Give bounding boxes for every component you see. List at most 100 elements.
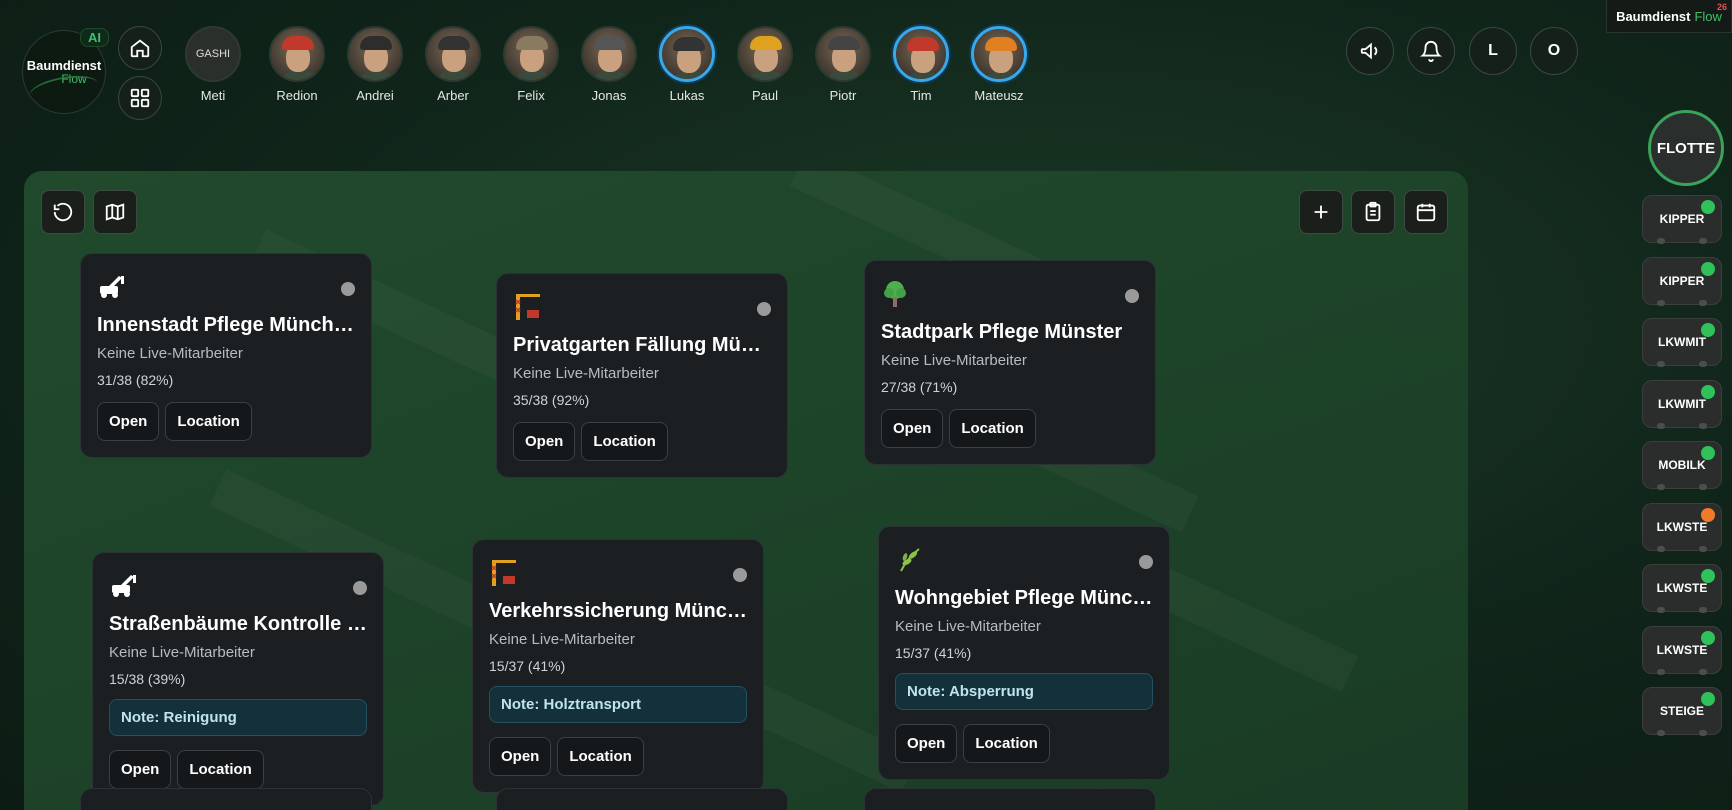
vehicle-lkwmit[interactable]: LKWMIT bbox=[1642, 379, 1722, 429]
vehicle-lkwste[interactable]: LKWSTE bbox=[1642, 625, 1722, 675]
worker-piotr[interactable]: Piotr bbox=[808, 26, 878, 103]
status-dot bbox=[353, 581, 367, 595]
refresh-button[interactable] bbox=[41, 190, 85, 234]
clipboard-button[interactable] bbox=[1351, 190, 1395, 234]
site-note: Note: Reinigung bbox=[109, 699, 367, 736]
vehicle-lkwmit[interactable]: LKWMIT bbox=[1642, 318, 1722, 367]
site-title: Straßenbäume Kontrolle München bbox=[109, 613, 367, 635]
user-avatar-o[interactable]: O bbox=[1530, 27, 1578, 75]
wheel-icon bbox=[1699, 668, 1707, 675]
vehicle-kipper[interactable]: KIPPER bbox=[1642, 256, 1722, 306]
location-button[interactable]: Location bbox=[581, 422, 668, 461]
site-live-status: Keine Live-Mitarbeiter bbox=[97, 345, 243, 362]
grid-icon bbox=[130, 88, 150, 108]
site-card[interactable]: Stadtpark Pflege Münster Keine Live-Mitar… bbox=[864, 260, 1156, 465]
site-card[interactable]: Innenstadt Pflege München Keine Live-Mita… bbox=[80, 253, 372, 458]
refresh-icon bbox=[53, 202, 73, 222]
site-card-partial[interactable] bbox=[864, 788, 1156, 810]
calendar-button[interactable] bbox=[1404, 190, 1448, 234]
vehicle-lkwste[interactable]: LKWSTE bbox=[1642, 502, 1722, 552]
location-button[interactable]: Location bbox=[963, 724, 1050, 763]
worker-paul[interactable]: Paul bbox=[730, 26, 800, 103]
vehicle-label: KIPPER bbox=[1659, 212, 1705, 226]
vehicle-status-dot bbox=[1701, 261, 1715, 276]
worker-name: Felix bbox=[517, 88, 545, 103]
clipboard-icon bbox=[1365, 201, 1381, 222]
site-progress: 31/38 (82%) bbox=[97, 372, 174, 388]
worker-meti[interactable]: GASHI Meti bbox=[178, 26, 248, 103]
crane-icon bbox=[97, 272, 355, 302]
worker-name: Meti bbox=[200, 88, 226, 103]
worker-andrei[interactable]: Andrei bbox=[340, 26, 410, 103]
worker-redion[interactable]: Redion bbox=[262, 26, 332, 103]
site-title: Stadtpark Pflege Münster bbox=[881, 321, 1123, 343]
location-button[interactable]: Location bbox=[949, 409, 1036, 448]
announcements-button[interactable] bbox=[1346, 27, 1394, 75]
worker-avatar bbox=[815, 26, 871, 82]
vehicle-status-dot bbox=[1701, 323, 1715, 337]
apps-button[interactable] bbox=[118, 76, 162, 120]
open-button[interactable]: Open bbox=[97, 402, 160, 441]
worker-mateusz[interactable]: Mateusz bbox=[964, 26, 1034, 103]
worker-avatar bbox=[269, 26, 325, 82]
fleet-button[interactable]: FLOTTE bbox=[1648, 110, 1724, 186]
brand-count: 26 bbox=[1716, 2, 1727, 12]
open-button[interactable]: Open bbox=[895, 724, 958, 763]
ai-badge[interactable]: AI bbox=[80, 28, 109, 47]
worker-arber[interactable]: Arber bbox=[418, 26, 488, 103]
site-progress: 27/38 (71%) bbox=[881, 379, 958, 395]
site-card[interactable]: Wohngebiet Pflege München Keine Live-Mita… bbox=[878, 526, 1170, 780]
worker-tim[interactable]: Tim bbox=[886, 26, 956, 103]
site-live-status: Keine Live-Mitarbeiter bbox=[109, 644, 255, 661]
worker-jonas[interactable]: Jonas bbox=[574, 26, 644, 103]
worker-name: Lukas bbox=[669, 88, 705, 103]
vehicle-label: MOBILK bbox=[1658, 458, 1706, 472]
wheel-icon bbox=[1699, 545, 1707, 552]
site-card[interactable]: Verkehrssicherung München Keine Live-Mita… bbox=[472, 539, 764, 793]
worker-lukas[interactable]: Lukas bbox=[652, 26, 722, 103]
site-title: Innenstadt Pflege München bbox=[97, 314, 355, 336]
site-card-partial[interactable] bbox=[80, 788, 372, 810]
vehicle-lkwste[interactable]: LKWSTE bbox=[1642, 564, 1722, 613]
vehicle-status-dot bbox=[1701, 569, 1715, 583]
open-button[interactable]: Open bbox=[489, 737, 552, 776]
site-progress: 15/37 (41%) bbox=[895, 645, 972, 661]
site-card[interactable]: Straßenbäume Kontrolle München Keine Live… bbox=[92, 552, 384, 806]
vehicle-label: LKWSTE bbox=[1656, 581, 1708, 595]
plus-icon bbox=[1314, 205, 1328, 219]
worker-avatar bbox=[971, 26, 1027, 82]
worker-avatar bbox=[425, 26, 481, 82]
site-title: Verkehrssicherung München bbox=[489, 600, 747, 622]
site-title: Privatgarten Fällung Münster bbox=[513, 334, 771, 356]
wheel-icon bbox=[1699, 607, 1707, 613]
vehicle-kipper[interactable]: KIPPER bbox=[1642, 195, 1722, 244]
site-progress: 35/38 (92%) bbox=[513, 392, 590, 408]
location-button[interactable]: Location bbox=[177, 750, 264, 789]
wheel-icon bbox=[1657, 730, 1665, 736]
crane-icon bbox=[109, 571, 367, 601]
brand-badge: Baumdienst Flow 26 bbox=[1606, 0, 1732, 33]
wheel-icon bbox=[1657, 422, 1665, 429]
home-button[interactable] bbox=[118, 26, 162, 70]
worker-felix[interactable]: Felix bbox=[496, 26, 566, 103]
location-button[interactable]: Location bbox=[557, 737, 644, 776]
open-button[interactable]: Open bbox=[513, 422, 576, 461]
leaf-icon bbox=[27, 71, 101, 109]
site-card[interactable]: Privatgarten Fällung Münster Keine Live-M… bbox=[496, 273, 788, 478]
open-button[interactable]: Open bbox=[109, 750, 172, 789]
vehicle-mobilk[interactable]: MOBILK bbox=[1642, 441, 1722, 490]
vehicle-status-dot bbox=[1701, 630, 1715, 645]
site-card-partial[interactable] bbox=[496, 788, 788, 810]
open-button[interactable]: Open bbox=[881, 409, 944, 448]
map-view-button[interactable] bbox=[93, 190, 137, 234]
worker-name: Tim bbox=[910, 88, 932, 103]
vehicle-label: KIPPER bbox=[1659, 273, 1705, 288]
worker-name: Piotr bbox=[829, 88, 857, 103]
add-button[interactable] bbox=[1299, 190, 1343, 234]
vehicle-steige[interactable]: STEIGE bbox=[1642, 687, 1722, 736]
herb-icon bbox=[895, 545, 1153, 575]
location-button[interactable]: Location bbox=[165, 402, 252, 441]
megaphone-icon bbox=[1360, 42, 1378, 60]
user-avatar-l[interactable]: L bbox=[1469, 27, 1517, 75]
notifications-button[interactable] bbox=[1407, 27, 1455, 75]
